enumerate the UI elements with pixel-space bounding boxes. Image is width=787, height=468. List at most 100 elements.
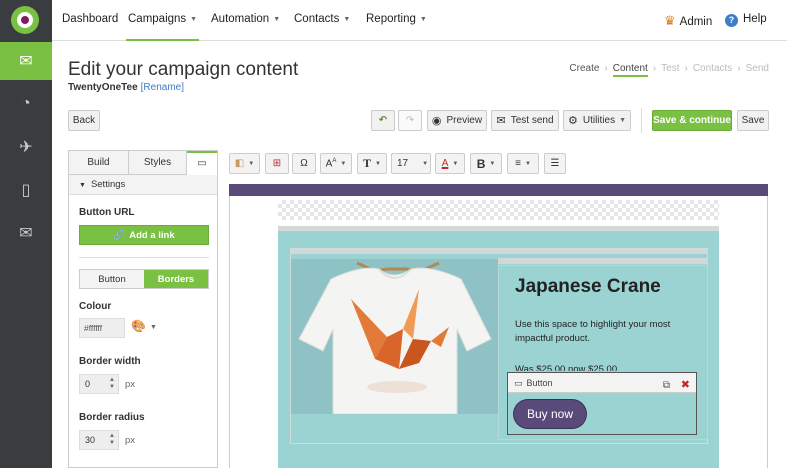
page-title: Edit your campaign content (68, 59, 299, 80)
preview-button[interactable]: ◉ Preview (427, 110, 487, 131)
product-description[interactable]: Use this space to highlight your most im… (515, 318, 695, 346)
list-tool[interactable]: ☰ (544, 153, 566, 174)
nav-dashboard[interactable]: Dashboard (62, 13, 118, 25)
nav-help-label: Help (743, 13, 767, 25)
test-send-button[interactable]: ✉ Test send (491, 110, 559, 131)
back-button[interactable]: Back (68, 110, 100, 131)
add-email-icon[interactable]: ✉ (0, 214, 52, 252)
settings-section-header[interactable]: ▼ Settings (69, 175, 217, 195)
crown-icon: ♛ (664, 13, 676, 28)
step-content[interactable]: Content (612, 63, 648, 77)
paint-bucket-icon[interactable]: 🎨 ▼ (131, 319, 157, 333)
text-icon: T (363, 156, 372, 170)
font-family-tool[interactable]: T ▼ (357, 153, 387, 174)
chevron-down-icon: ▼ (524, 160, 531, 167)
chevron-down-icon: ▼ (190, 16, 198, 23)
product-title[interactable]: Japanese Crane (515, 276, 661, 298)
step-test: Test (661, 63, 680, 74)
template-icon[interactable]: ✈ (0, 128, 52, 166)
envelope-icon[interactable]: ✉ (0, 42, 52, 80)
nav-contacts[interactable]: Contacts ▼ (294, 13, 350, 25)
nav-reporting[interactable]: Reporting ▼ (366, 13, 427, 25)
button-block-label: Button (526, 378, 553, 388)
panel-tabs: Build Styles ▭ (69, 151, 217, 175)
toolbar-divider (641, 108, 642, 133)
align-tool[interactable]: ≡ ▼ (507, 153, 539, 174)
nav-automation-label: Automation (211, 13, 270, 25)
insert-field-tool[interactable]: ⊞ (265, 153, 289, 174)
email-header-bar (229, 184, 768, 196)
block-color-tool[interactable]: ◧ ▼ (229, 153, 260, 174)
tab-build[interactable]: Build (69, 151, 129, 175)
font-size-select[interactable]: 17 ▼ (391, 153, 431, 174)
settings-label: Settings (90, 179, 126, 190)
eye-icon: ◉ (431, 115, 442, 127)
test-send-label: Test send (510, 115, 554, 126)
colour-input[interactable]: #ffffff (79, 318, 125, 338)
special-char-tool[interactable]: Ω (292, 153, 316, 174)
button-borders-toggle: Button Borders (79, 269, 209, 289)
copy-icon[interactable]: ⧉ (663, 376, 670, 396)
text-block-top-bar (498, 258, 708, 264)
nav-admin[interactable]: ♛ Admin (664, 13, 712, 29)
block-settings-icon: ▭ (197, 158, 207, 169)
spacer-block[interactable] (278, 200, 719, 220)
chevron-down-icon: ▼ (248, 160, 255, 167)
seg-borders[interactable]: Borders (144, 270, 208, 288)
pie-chart-icon[interactable]: ◔ (0, 85, 52, 123)
text-color-icon: A (441, 158, 449, 169)
omega-icon: Ω (300, 158, 308, 169)
step-contacts: Contacts (692, 63, 733, 74)
undo-icon: ↶ (378, 115, 388, 126)
mobile-icon[interactable]: ▯ (0, 171, 52, 209)
triangle-down-icon: ▼ (79, 182, 86, 189)
delete-icon[interactable]: ✖ (681, 375, 690, 395)
add-link-button[interactable]: 🔗 Add a link (79, 225, 209, 245)
product-image[interactable] (291, 259, 498, 414)
stepper-icon[interactable]: ▲ ▼ (109, 433, 115, 447)
nav-campaigns[interactable]: Campaigns ▼ (125, 13, 200, 41)
buy-now-button[interactable]: Buy now (514, 400, 586, 428)
test-send-icon: ✉ (496, 115, 506, 127)
tab-block-settings[interactable]: ▭ (187, 151, 217, 175)
tab-styles[interactable]: Styles (129, 151, 187, 175)
bold-tool[interactable]: B ▼ (470, 153, 502, 174)
utilities-button[interactable]: ⚙ Utilities ▼ (563, 110, 631, 131)
palette-icon: ◧ (234, 158, 245, 169)
text-color-tool[interactable]: A ▼ (435, 153, 465, 174)
colour-label: Colour (79, 301, 112, 312)
border-width-unit: px (125, 379, 136, 390)
border-width-input[interactable]: 0 ▲ ▼ (79, 374, 119, 394)
border-radius-input[interactable]: 30 ▲ ▼ (79, 430, 119, 450)
nav-automation[interactable]: Automation ▼ (211, 13, 280, 25)
undo-button[interactable]: ↶ (371, 110, 395, 131)
progress-steps: Create › Content › Test › Contacts › Send (569, 63, 769, 77)
add-link-label: Add a link (129, 229, 175, 241)
settings-panel: Build Styles ▭ ▼ Settings Button URL 🔗 Add… (68, 150, 218, 468)
chevron-down-icon: ▼ (340, 160, 347, 167)
product-price[interactable]: Was $25.00 now $25.00 (515, 364, 617, 371)
link-icon: 🔗 (113, 229, 126, 241)
chevron-down-icon: ▼ (273, 16, 281, 23)
preview-label: Preview (446, 115, 483, 126)
nav-reporting-label: Reporting (366, 13, 416, 25)
stepper-icon[interactable]: ▲ ▼ (109, 377, 115, 391)
border-width-value: 0 (85, 379, 91, 389)
border-radius-value: 30 (85, 435, 96, 445)
button-url-label: Button URL (79, 207, 135, 218)
nav-admin-label: Admin (679, 16, 713, 28)
list-icon: ☰ (550, 158, 560, 169)
chevron-right-icon: › (684, 63, 688, 74)
save-continue-button[interactable]: Save & continue (652, 110, 732, 131)
merge-field-icon: ⊞ (272, 158, 282, 169)
gear-icon: ⚙ (567, 115, 578, 127)
nav-help[interactable]: ? Help (725, 13, 767, 27)
rename-link[interactable]: [Rename] (141, 82, 184, 93)
logo-icon[interactable] (11, 6, 39, 34)
redo-button[interactable]: ↷ (398, 110, 422, 131)
seg-button[interactable]: Button (80, 270, 144, 288)
step-create[interactable]: Create (569, 63, 599, 74)
save-button[interactable]: Save (737, 110, 769, 131)
align-left-icon: ≡ (515, 158, 521, 169)
font-color-tool[interactable]: AA ▼ (320, 153, 352, 174)
